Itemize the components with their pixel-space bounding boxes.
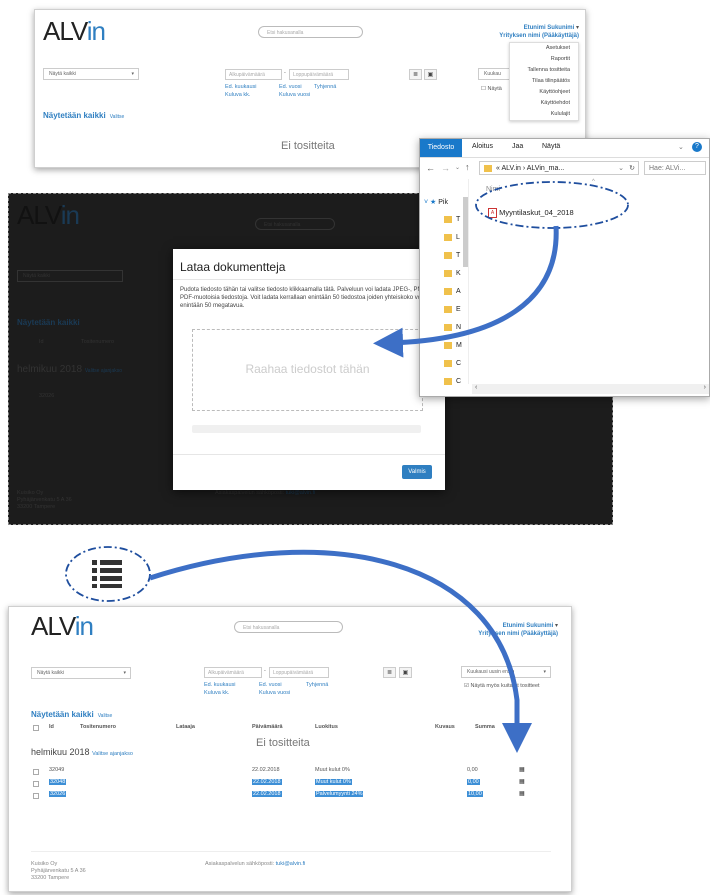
drag-arrow [373,225,559,358]
annotation-arrows [149,225,559,753]
list-view-arrow [149,549,532,753]
